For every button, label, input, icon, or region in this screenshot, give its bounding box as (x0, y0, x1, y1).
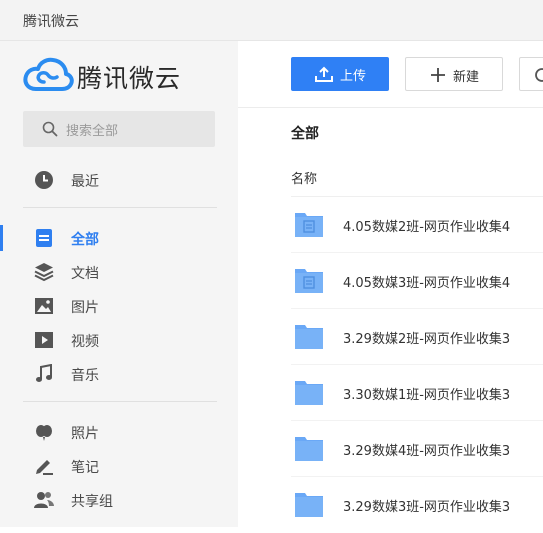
sidebar-item-all[interactable]: 全部 (0, 221, 238, 255)
sidebar-item-images[interactable]: 图片 (0, 289, 238, 323)
new-label: 新建 (453, 70, 480, 85)
sidebar-item-label: 视频 (71, 334, 99, 350)
file-name: 3.29数媒3班-网页作业收集3 (343, 500, 511, 515)
file-row[interactable]: 4.05数媒3班-网页作业收集4 (291, 253, 543, 309)
window-title: 腾讯微云 (23, 14, 79, 30)
collection-folder-icon (295, 213, 323, 237)
sidebar-item-shared-groups[interactable]: 共享组 (0, 483, 238, 517)
sidebar: 腾讯微云 搜索全部 最近 全部 文档 图片 视频 音乐 照片 笔记 共享组 (0, 41, 238, 527)
sidebar-item-label: 最近 (71, 174, 99, 190)
search-placeholder: 搜索全部 (66, 124, 119, 139)
sidebar-item-label: 文档 (71, 266, 99, 282)
breadcrumb[interactable]: 全部 (291, 123, 319, 143)
file-name: 4.05数媒3班-网页作业收集4 (343, 276, 511, 291)
sidebar-item-label: 照片 (71, 426, 99, 442)
collection-folder-icon (295, 269, 323, 293)
file-row[interactable]: 3.30数媒1班-网页作业收集3 (291, 365, 543, 421)
file-row[interactable]: 3.29数媒3班-网页作业收集3 (291, 477, 543, 533)
file-name: 3.29数媒4班-网页作业收集3 (343, 444, 511, 459)
play-icon (35, 332, 53, 348)
file-name: 3.29数媒2班-网页作业收集3 (343, 332, 511, 347)
file-row[interactable]: 4.05数媒2班-网页作业收集4 (291, 197, 543, 253)
sidebar-item-label: 共享组 (71, 494, 113, 510)
document-icon (36, 229, 52, 247)
image-icon (35, 298, 53, 314)
sidebar-divider (23, 401, 217, 402)
clock-icon (35, 171, 53, 189)
sidebar-item-label: 笔记 (71, 460, 99, 476)
title-bar: 腾讯微云 (0, 0, 543, 41)
search-box[interactable]: 搜索全部 (23, 111, 215, 147)
upload-label: 上传 (340, 69, 367, 84)
group-icon (34, 492, 54, 508)
sidebar-item-label: 图片 (71, 300, 99, 316)
upload-icon (315, 66, 333, 82)
folder-icon (295, 325, 323, 349)
sidebar-item-photos[interactable]: 照片 (0, 415, 238, 449)
folder-icon (295, 437, 323, 461)
sidebar-divider (23, 207, 217, 208)
sidebar-item-recent[interactable]: 最近 (0, 163, 238, 197)
logo-text: 腾讯微云 (77, 64, 182, 93)
sidebar-item-music[interactable]: 音乐 (0, 357, 238, 391)
file-name: 3.30数媒1班-网页作业收集3 (343, 388, 511, 403)
search-icon (42, 121, 58, 137)
folder-icon (295, 493, 323, 517)
toolbar-divider (238, 107, 543, 108)
sidebar-item-label: 全部 (71, 232, 99, 248)
file-name: 4.05数媒2班-网页作业收集4 (343, 220, 511, 235)
file-row[interactable]: 3.29数媒4班-网页作业收集3 (291, 421, 543, 477)
music-note-icon (36, 364, 52, 382)
cloud-logo-icon (23, 57, 74, 91)
sidebar-item-label: 音乐 (71, 368, 99, 384)
folder-icon (295, 381, 323, 405)
plus-icon (431, 68, 445, 82)
column-header-name[interactable]: 名称 (291, 168, 317, 187)
refresh-icon (535, 68, 543, 82)
pen-icon (36, 460, 53, 475)
file-row[interactable]: 3.29数媒2班-网页作业收集3 (291, 309, 543, 365)
upload-button[interactable]: 上传 (291, 57, 389, 91)
layers-icon (34, 263, 54, 282)
main-panel: 上传 新建 全部 名称 4.05数媒2班-网页作业收集4 4.05数媒3班-网页… (238, 41, 543, 527)
sidebar-item-documents[interactable]: 文档 (0, 255, 238, 289)
new-button[interactable]: 新建 (405, 57, 503, 91)
toolbar-more-button[interactable] (519, 57, 543, 91)
balloon-icon (36, 425, 52, 441)
sidebar-item-notes[interactable]: 笔记 (0, 449, 238, 483)
sidebar-item-videos[interactable]: 视频 (0, 323, 238, 357)
